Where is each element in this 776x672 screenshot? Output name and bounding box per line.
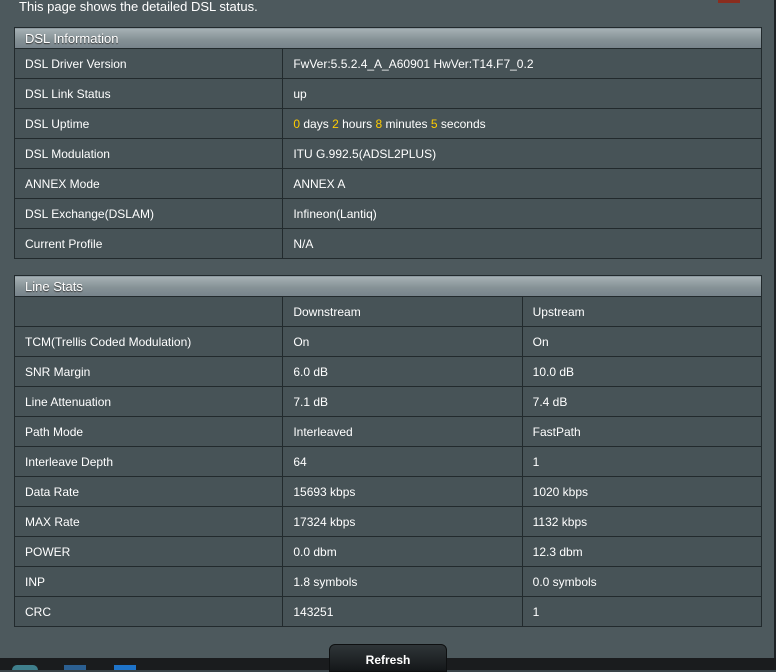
table-row: POWER 0.0 dbm 12.3 dbm xyxy=(13,536,763,567)
app-icon[interactable] xyxy=(114,665,136,670)
refresh-button[interactable]: Refresh xyxy=(329,644,447,672)
table-row: DSL Modulation ITU G.992.5(ADSL2PLUS) xyxy=(13,138,762,169)
dsl-information-header: DSL Information xyxy=(14,27,762,49)
row-label: Data Rate xyxy=(13,476,284,507)
table-row: TCM(Trellis Coded Modulation) On On xyxy=(13,326,763,357)
uptime-seconds: 5 xyxy=(430,116,438,131)
dslam-value: Infineon(Lantiq) xyxy=(282,198,762,229)
dsl-information-table: DSL Information DSL Driver Version FwVer… xyxy=(13,27,762,259)
upstream-value: 1 xyxy=(521,596,763,627)
row-label: ANNEX Mode xyxy=(13,168,284,199)
table-row: DSL Driver Version FwVer:5.5.2.4_A_A6090… xyxy=(13,48,762,79)
row-label: CRC xyxy=(13,596,284,627)
uptime-minutes-label: minutes xyxy=(385,116,428,131)
row-label: SNR Margin xyxy=(13,356,284,387)
line-stats-header: Line Stats xyxy=(14,275,762,297)
row-label: DSL Uptime xyxy=(13,108,284,139)
row-label: Interleave Depth xyxy=(13,446,284,477)
row-label: MAX Rate xyxy=(13,506,284,537)
downstream-value: 17324 kbps xyxy=(282,506,523,537)
upstream-value: On xyxy=(521,326,763,357)
table-row: DSL Link Status up xyxy=(13,78,762,109)
uptime-days: 0 xyxy=(293,116,301,131)
uptime-days-label: days xyxy=(303,116,329,131)
row-label: POWER xyxy=(13,536,284,567)
row-label: Line Attenuation xyxy=(13,386,284,417)
modulation-value: ITU G.992.5(ADSL2PLUS) xyxy=(282,138,762,169)
page-description: This page shows the detailed DSL status. xyxy=(19,0,258,14)
upstream-value: 1132 kbps xyxy=(521,506,763,537)
downstream-value: 64 xyxy=(282,446,523,477)
annex-mode-value: ANNEX A xyxy=(282,168,762,199)
link-status-value: up xyxy=(282,78,762,109)
row-label: INP xyxy=(13,566,284,597)
uptime-minutes: 8 xyxy=(375,116,383,131)
row-label: DSL Link Status xyxy=(13,78,284,109)
table-row: Line Attenuation 7.1 dB 7.4 dB xyxy=(13,386,763,417)
column-header-row: Downstream Upstream xyxy=(13,296,763,327)
downstream-value: 7.1 dB xyxy=(282,386,523,417)
top-accent xyxy=(718,0,740,3)
downstream-value: 0.0 dbm xyxy=(282,536,523,567)
table-row: MAX Rate 17324 kbps 1132 kbps xyxy=(13,506,763,537)
upstream-value: 1020 kbps xyxy=(521,476,763,507)
upstream-column-header: Upstream xyxy=(521,296,763,327)
current-profile-value: N/A xyxy=(282,228,762,259)
uptime-hours-label: hours xyxy=(342,116,373,131)
downstream-value: 1.8 symbols xyxy=(282,566,523,597)
table-row: Current Profile N/A xyxy=(13,228,762,259)
line-stats-table: Line Stats Downstream Upstream TCM(Trell… xyxy=(13,275,763,627)
upstream-value: 10.0 dB xyxy=(521,356,763,387)
row-label: DSL Exchange(DSLAM) xyxy=(13,198,284,229)
table-row: INP 1.8 symbols 0.0 symbols xyxy=(13,566,763,597)
upstream-value: 12.3 dbm xyxy=(521,536,763,567)
start-orb-icon[interactable] xyxy=(12,665,38,670)
table-row: ANNEX Mode ANNEX A xyxy=(13,168,762,199)
table-row: CRC 143251 1 xyxy=(13,596,763,627)
table-row: SNR Margin 6.0 dB 10.0 dB xyxy=(13,356,763,387)
table-row: Interleave Depth 64 1 xyxy=(13,446,763,477)
row-label: Path Mode xyxy=(13,416,284,447)
table-row: DSL Uptime 0 days 2 hours 8 minutes 5 se… xyxy=(13,108,762,139)
window-icon[interactable] xyxy=(64,665,86,670)
table-row: Data Rate 15693 kbps 1020 kbps xyxy=(13,476,763,507)
upstream-value: 0.0 symbols xyxy=(521,566,763,597)
downstream-value: Interleaved xyxy=(282,416,523,447)
upstream-value: FastPath xyxy=(521,416,763,447)
row-label: TCM(Trellis Coded Modulation) xyxy=(13,326,284,357)
upstream-value: 1 xyxy=(521,446,763,477)
table-row: Path Mode Interleaved FastPath xyxy=(13,416,763,447)
uptime-value: 0 days 2 hours 8 minutes 5 seconds xyxy=(282,108,762,139)
downstream-value: 15693 kbps xyxy=(282,476,523,507)
empty-header-cell xyxy=(13,296,284,327)
page-frame: This page shows the detailed DSL status.… xyxy=(0,0,776,658)
table-row: DSL Exchange(DSLAM) Infineon(Lantiq) xyxy=(13,198,762,229)
row-label: DSL Modulation xyxy=(13,138,284,169)
driver-version-value: FwVer:5.5.2.4_A_A60901 HwVer:T14.F7_0.2 xyxy=(282,48,762,79)
upstream-value: 7.4 dB xyxy=(521,386,763,417)
downstream-value: 6.0 dB xyxy=(282,356,523,387)
downstream-value: 143251 xyxy=(282,596,523,627)
row-label: DSL Driver Version xyxy=(13,48,284,79)
row-label: Current Profile xyxy=(13,228,284,259)
downstream-value: On xyxy=(282,326,523,357)
uptime-hours: 2 xyxy=(332,116,339,131)
downstream-column-header: Downstream xyxy=(282,296,523,327)
uptime-seconds-label: seconds xyxy=(440,116,486,131)
